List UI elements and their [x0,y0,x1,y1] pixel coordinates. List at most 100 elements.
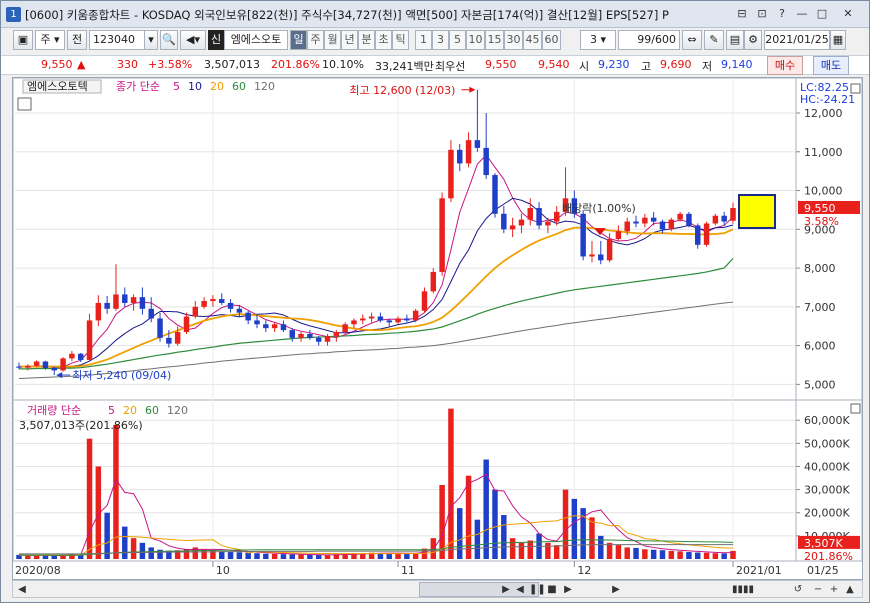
candle-body [77,353,84,360]
search-icon[interactable]: 🔍 [160,30,178,50]
period-tab-0[interactable]: 일 [290,30,307,50]
period-tab-6[interactable]: 틱 [392,30,409,50]
candle-body [95,302,102,321]
candle-body [483,147,489,176]
volume-tick-label: 20,000K [804,507,850,520]
save-icon[interactable]: ▤ [726,30,744,50]
volume-bar [236,552,243,559]
stock-chart[interactable]: 5,0006,0007,0008,0009,00010,00011,00012,… [12,77,863,579]
interval-button-7[interactable]: 60 [542,30,561,50]
interval-button-3[interactable]: 10 [466,30,485,50]
volume-bar [695,552,701,559]
scroll-right-icon[interactable]: ▶ [499,582,513,597]
calendar-icon[interactable]: ▦ [830,30,846,50]
scroll-right-end-icon[interactable]: ▶ [609,582,623,597]
count-input[interactable]: 99/600 [618,30,680,50]
volume-bar [545,542,551,559]
title-bar[interactable]: 1 [0600] 키움종합차트 - KOSDAQ 외국인보유[822(천)] 주… [1,1,869,28]
layout-icon[interactable]: ⊡ [753,5,771,23]
volume-bar [298,554,304,559]
interval-select-value: 3 [589,33,597,46]
low-price: 9,140 [721,58,753,71]
speaker-icon[interactable]: ◀▾ [180,30,206,50]
stock-code-input[interactable]: 123040 [89,30,147,50]
stock-name: 엠에스오토 [224,30,288,50]
interval-button-6[interactable]: 45 [523,30,542,50]
candle-body [465,140,472,164]
up-arrow-icon: ▲ [77,58,86,71]
zoom-out-icon[interactable]: − [811,582,825,597]
minimize-button[interactable]: — [793,5,811,23]
volume-bar [254,553,260,559]
period-tab-3[interactable]: 년 [341,30,358,50]
candle-body [598,254,604,261]
chart-panel[interactable]: 5,000 6,000 7,000 8,000 9,000 10,000 11,000 12,… [12,77,863,580]
date-input[interactable]: 2021/01/25 [764,30,830,50]
volume-bar [527,540,533,559]
candle-body [553,211,560,222]
candle-body [492,175,498,214]
bar-width-icon[interactable]: ▮▮▮▮ [713,582,773,597]
period-tab-5[interactable]: 초 [375,30,392,50]
period-tab-1[interactable]: 주 [307,30,324,50]
candle-body [377,316,384,321]
fit-icon[interactable]: ⇔ [682,30,702,50]
candle-body [174,332,181,344]
candle-body [360,318,366,321]
tools-icon[interactable]: ✎ [704,30,724,50]
chart-settings-icon[interactable]: ▣ [13,30,33,50]
volume-legend-ma-5: 5 [108,404,115,417]
pause-icon[interactable]: ❚❚ [529,582,546,597]
buy-button[interactable]: 매수 [767,56,803,75]
volume-bar [51,555,57,559]
period-tab-2[interactable]: 월 [324,30,341,50]
price-tick-label: 7,000 [804,301,836,314]
sell-button[interactable]: 매도 [813,56,849,75]
code-dropdown-icon[interactable]: ▾ [144,30,158,50]
scroll-left-icon[interactable]: ◀ [15,582,29,597]
change-percent: +3.58% [148,58,193,71]
candle-body [33,361,40,366]
x-axis-label: 2020/08 [15,564,61,577]
candle-body [421,291,428,311]
zoom-in-icon[interactable]: + [827,582,841,597]
play-back-icon[interactable]: ◀ [513,582,527,597]
play-icon[interactable]: ▶ [561,582,575,597]
candle-body [404,318,410,321]
mode-select[interactable]: 주 ▾ [35,30,65,50]
link-icon[interactable]: ⊟ [733,5,751,23]
open-label: 시 [579,60,590,73]
reset-icon[interactable]: ↺ [791,582,805,597]
x-axis-label: 11 [401,564,415,577]
interval-button-5[interactable]: 30 [504,30,523,50]
chart-scrollbar[interactable]: ◀ ▶ ◀ ❚❚ ■ ▶ ▶ ▮▮▮▮ ↺ − + ▲ [12,580,863,598]
help-icon[interactable]: ? [773,5,791,23]
volume-bar [86,438,93,559]
candle-body [395,318,401,323]
window-title: [0600] 키움종합차트 - KOSDAQ 외국인보유[822(천)] 주식수… [25,8,669,22]
interval-button-1[interactable]: 3 [432,30,449,50]
price-pane [12,77,863,401]
interval-button-0[interactable]: 1 [415,30,432,50]
gear-icon[interactable]: ⚙ [744,30,762,50]
candle-body [351,320,357,325]
candle-body [219,299,225,303]
volume-value: 3,507,013 [204,58,260,71]
prev-button[interactable]: 전 [67,30,87,50]
chart-type-icon[interactable]: ▲ [843,582,857,597]
candle-body [307,333,313,338]
candle-body [668,219,675,230]
interval-button-2[interactable]: 5 [449,30,466,50]
volume-bar [633,547,639,559]
app-icon: 1 [6,7,21,22]
candle-body [201,301,207,307]
price-legend-ma-20: 20 [210,80,224,93]
close-button[interactable]: ✕ [833,5,863,23]
stop-icon[interactable]: ■ [545,582,559,597]
candle-body [130,297,137,303]
volume-legend-ma-20: 20 [123,404,137,417]
interval-button-4[interactable]: 15 [485,30,504,50]
maximize-button[interactable]: □ [813,5,831,23]
period-tab-4[interactable]: 분 [358,30,375,50]
interval-select[interactable]: 3 ▾ [580,30,616,50]
